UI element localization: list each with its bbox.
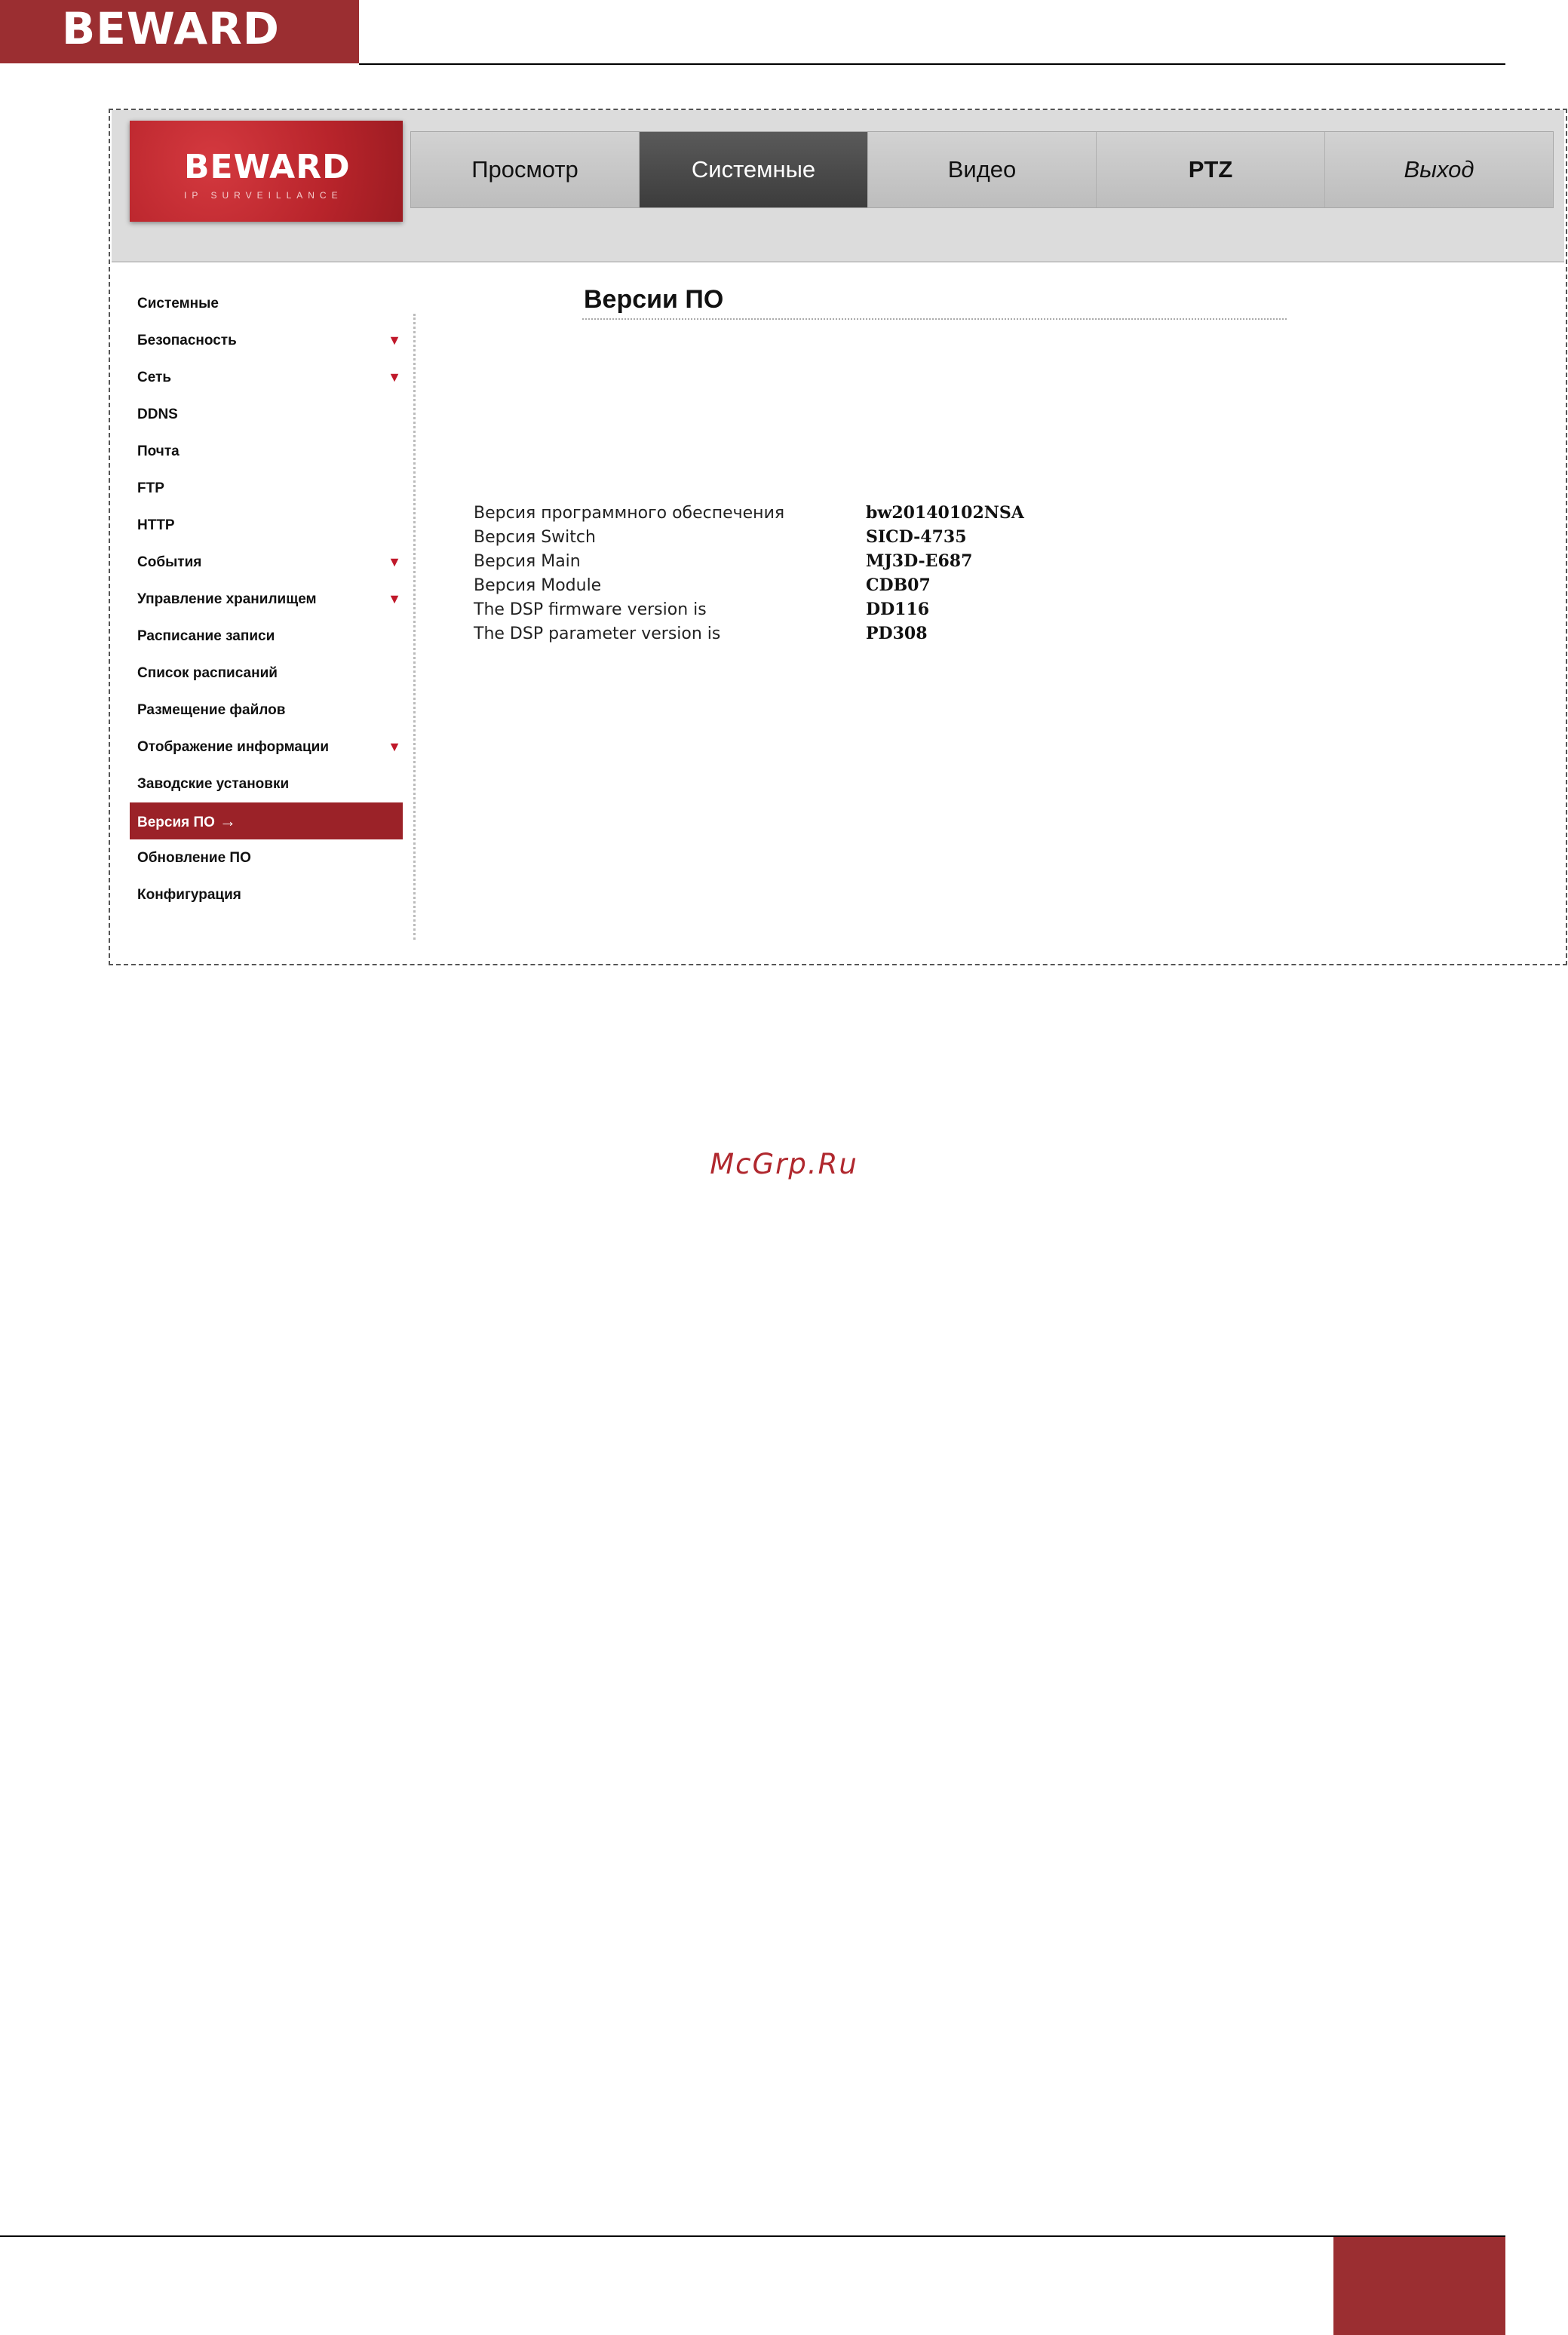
tab-ptz[interactable]: PTZ [1097,132,1325,207]
sidebar-item-label: Обновление ПО [137,850,251,866]
expand-arrow-icon[interactable]: ▼ [388,729,401,766]
version-label: Версия программного обеспечения [474,503,785,523]
version-value: MJ3D-E687 [866,551,973,571]
table-row: Версия программного обеспечения bw2014010… [474,501,1024,525]
version-label: Версия Main [474,551,581,571]
sidebar-item-label: Системные [137,296,219,311]
doc-footer-block [1333,2237,1505,2335]
sidebar-item-record-schedule[interactable]: Расписание записи [130,618,403,655]
sidebar-item-ftp[interactable]: FTP [130,470,403,507]
sidebar-item-label: События [137,554,202,570]
tab-video[interactable]: Видео [868,132,1097,207]
sidebar-item-firmware-version[interactable]: Версия ПО → [130,802,403,839]
sidebar-item-ddns[interactable]: DDNS [130,396,403,433]
sidebar-divider [413,314,416,940]
tab-system[interactable]: Системные [640,132,868,207]
doc-header-rule [359,63,1505,65]
expand-arrow-icon[interactable]: ▼ [388,544,401,581]
main-tabs: Просмотр Системные Видео PTZ Выход [410,131,1554,208]
version-value: bw20140102NSA [866,503,1024,523]
version-label: Версия Switch [474,527,596,547]
sidebar-item-label: FTP [137,480,164,496]
expand-arrow-icon[interactable]: ▼ [388,322,401,359]
sidebar-item-factory-defaults[interactable]: Заводские установки [130,766,403,802]
sidebar-item-mail[interactable]: Почта [130,433,403,470]
table-row: The DSP parameter version is PD308 [474,621,1024,646]
sidebar-item-label: Отображение информации [137,739,330,755]
sidebar-item-info-display[interactable]: Отображение информации ▼ [130,729,403,766]
version-label: The DSP firmware version is [474,600,707,619]
sidebar-item-http[interactable]: HTTP [130,507,403,544]
table-row: Версия Main MJ3D-E687 [474,549,1024,573]
version-label: Версия Module [474,575,602,595]
version-value: SICD-4735 [866,527,967,547]
sidebar-item-label: Размещение файлов [137,702,286,718]
arrow-right-icon: → [219,812,236,830]
table-row: The DSP firmware version is DD116 [474,597,1024,621]
sidebar-item-network[interactable]: Сеть ▼ [130,359,403,396]
doc-brand-logo: BEWARD [62,3,280,54]
tab-view[interactable]: Просмотр [411,132,640,207]
brand-tagline: IP SURVEILLANCE [184,190,343,201]
sidebar-item-storage[interactable]: Управление хранилищем ▼ [130,581,403,618]
doc-footer-rule [0,2235,1505,2237]
top-navigation-band: BEWARD IP SURVEILLANCE Просмотр Системны… [112,110,1564,262]
sidebar-item-label: Заводские установки [137,776,290,792]
sidebar-item-label: Расписание записи [137,628,275,644]
sidebar-item-system[interactable]: Системные [130,285,403,322]
sidebar-item-file-location[interactable]: Размещение файлов [130,692,403,729]
table-row: Версия Module CDB07 [474,573,1024,597]
sidebar-item-label: Конфигурация [137,887,241,903]
version-label: The DSP parameter version is [474,624,721,643]
doc-brand-bar: BEWARD [0,0,359,63]
sidebar-item-configuration[interactable]: Конфигурация [130,876,403,913]
expand-arrow-icon[interactable]: ▼ [388,359,401,396]
sidebar-item-label: Список расписаний [137,665,278,681]
sidebar-item-label: HTTP [137,517,175,533]
sidebar-menu: Системные Безопасность ▼ Сеть ▼ DDNS Почта… [130,285,403,913]
camera-web-ui-screenshot: BEWARD IP SURVEILLANCE Просмотр Системны… [109,109,1567,965]
version-value: PD308 [866,624,928,643]
table-row: Версия Switch SICD-4735 [474,525,1024,549]
sidebar-item-label: Версия ПО [137,815,215,830]
sidebar-item-label: DDNS [137,407,178,422]
sidebar-item-schedule-list[interactable]: Список расписаний [130,655,403,692]
expand-arrow-icon[interactable]: ▼ [388,581,401,618]
brand-logo[interactable]: BEWARD IP SURVEILLANCE [130,121,403,222]
sidebar-item-label: Сеть [137,370,172,385]
version-value: CDB07 [866,575,931,595]
brand-name: BEWARD [184,148,351,186]
sidebar-item-label: Управление хранилищем [137,591,317,607]
sidebar-item-events[interactable]: События ▼ [130,544,403,581]
sidebar-item-label: Безопасность [137,333,237,348]
sidebar-item-firmware-update[interactable]: Обновление ПО [130,839,403,876]
page-title: Версии ПО [584,285,724,314]
watermark-text: McGrp.Ru [710,1148,858,1180]
tab-logout[interactable]: Выход [1325,132,1553,207]
version-info-table: Версия программного обеспечения bw2014010… [474,501,1024,646]
version-value: DD116 [866,600,930,619]
sidebar-item-security[interactable]: Безопасность ▼ [130,322,403,359]
title-divider [582,318,1287,320]
sidebar-item-label: Почта [137,443,180,459]
